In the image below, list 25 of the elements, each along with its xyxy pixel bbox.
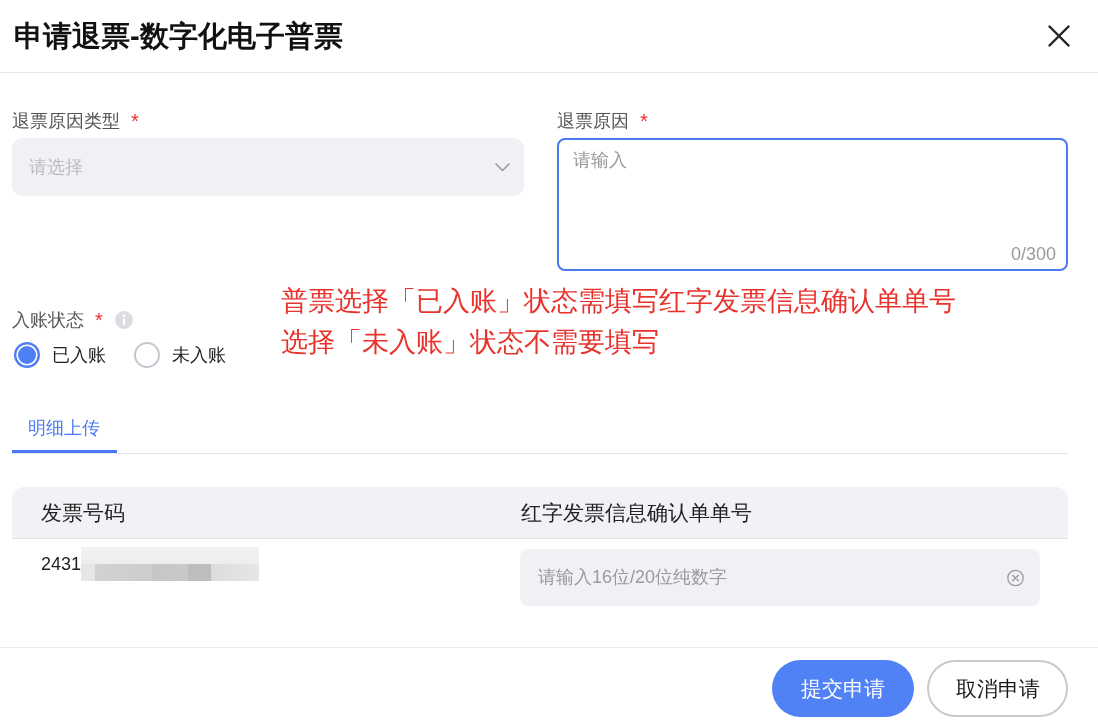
radio-button[interactable] <box>14 342 40 368</box>
submit-button[interactable]: 提交申请 <box>772 660 914 717</box>
column-header: 发票号码 <box>41 500 125 524</box>
field-label: 退票原因类型 <box>12 110 120 133</box>
close-icon[interactable] <box>1048 25 1070 47</box>
tab[interactable]: 明细上传 <box>12 416 117 453</box>
annotation-text: 选择「未入账」状态不需要填写 <box>281 326 660 359</box>
radio-label[interactable]: 已入账 <box>52 343 106 367</box>
invoice-number: 2431 <box>41 553 82 576</box>
clear-icon[interactable] <box>1007 569 1024 586</box>
radio-label[interactable]: 未入账 <box>172 343 226 367</box>
radio-button[interactable] <box>134 342 160 368</box>
chevron-down-icon <box>495 162 510 172</box>
input-field[interactable]: 请输入16位/20位纯数字 <box>520 549 1040 606</box>
character-counter: 0/300 <box>1010 243 1056 266</box>
required-asterisk: * <box>95 308 103 332</box>
window-title: 申请退票-数字化电子普票 <box>14 19 343 54</box>
field-label: 入账状态 <box>12 309 84 332</box>
required-asterisk: * <box>640 109 648 133</box>
cancel-button[interactable]: 取消申请 <box>927 660 1068 717</box>
required-asterisk: * <box>131 109 139 133</box>
field-label: 退票原因 <box>557 110 629 133</box>
column-header: 红字发票信息确认单单号 <box>521 500 752 524</box>
annotation-text: 普票选择「已入账」状态需填写红字发票信息确认单单号 <box>281 285 956 318</box>
info-icon[interactable] <box>114 311 133 329</box>
